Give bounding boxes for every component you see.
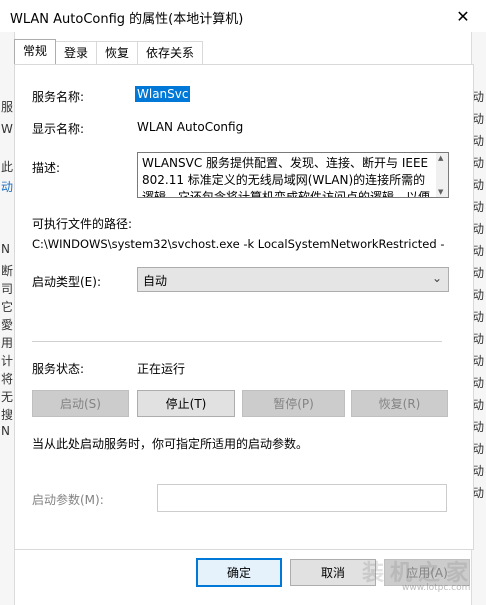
tab-logon[interactable]: 登录 xyxy=(55,41,98,64)
description-box[interactable]: WLANSVC 服务提供配置、发现、连接、断开与 IEEE 802.11 标准定… xyxy=(137,152,449,198)
startup-type-value: 自动 xyxy=(143,274,168,288)
general-tab-panel: 服务名称: WlanSvc 显示名称: WLAN AutoConfig 描述: … xyxy=(14,64,474,550)
close-icon: ✕ xyxy=(456,6,470,26)
bg-glyph: 服 xyxy=(1,100,14,114)
description-line: WLANSVC 服务提供配置、发现、连接、断开与 IEEE xyxy=(142,156,429,170)
bg-glyph: 将 xyxy=(1,372,14,386)
description-scrollbar[interactable]: ▲ ▼ xyxy=(436,153,448,197)
bg-glyph: N xyxy=(1,242,10,256)
bg-glyph: 用 xyxy=(1,336,14,350)
start-params-hint: 当从此处启动服务时，你可指定所适用的启动参数。 xyxy=(32,437,309,451)
separator xyxy=(32,341,442,342)
watermark-url: www.lotpc.com xyxy=(402,583,471,593)
exe-path-label: 可执行文件的路径: xyxy=(32,217,133,231)
service-name-label: 服务名称: xyxy=(32,90,85,104)
bg-glyph: 司 xyxy=(1,282,14,296)
tab-dependencies[interactable]: 依存关系 xyxy=(137,41,204,64)
bg-glyph: 搜 xyxy=(1,408,14,422)
tab-recovery[interactable]: 恢复 xyxy=(96,41,139,64)
bg-glyph: 愛 xyxy=(1,318,14,332)
start-button[interactable]: 启动(S) xyxy=(32,390,129,417)
resume-button[interactable]: 恢复(R) xyxy=(351,390,448,417)
description-line: 逻辑。它还包含将计算机变成软件访问点的逻辑，以便 xyxy=(142,190,431,198)
background-window-left: 服 W 此 动 N 断 司 它 愛 用 计 将 无 搜 N xyxy=(0,32,15,605)
ok-button[interactable]: 确定 xyxy=(196,558,282,587)
bg-glyph: W xyxy=(1,122,13,136)
start-params-label: 启动参数(M): xyxy=(32,493,104,507)
description-label: 描述: xyxy=(32,161,61,175)
pause-button[interactable]: 暂停(P) xyxy=(242,390,345,417)
startup-type-select[interactable]: 自动 ⌄ xyxy=(137,267,449,292)
bg-glyph: 计 xyxy=(1,354,14,368)
display-name-value[interactable]: WLAN AutoConfig xyxy=(137,120,243,134)
bg-glyph: N xyxy=(1,424,10,438)
title-bar[interactable]: WLAN AutoConfig 的属性(本地计算机) ✕ xyxy=(0,0,486,32)
description-line: 802.11 标准定义的无线局域网(WLAN)的连接所需的 xyxy=(142,173,426,187)
display-name-label: 显示名称: xyxy=(32,122,85,136)
bg-glyph: 此 xyxy=(1,160,14,174)
scroll-down-icon[interactable]: ▼ xyxy=(438,188,443,196)
tab-general[interactable]: 常规 xyxy=(14,39,57,64)
bg-glyph: 无 xyxy=(1,390,14,404)
exe-path-value[interactable]: C:\WINDOWS\system32\svchost.exe -k Local… xyxy=(32,237,445,251)
startup-type-label: 启动类型(E): xyxy=(32,275,101,289)
bg-glyph: 它 xyxy=(1,300,14,314)
window-title: WLAN AutoConfig 的属性(本地计算机) xyxy=(10,12,244,27)
scroll-up-icon[interactable]: ▲ xyxy=(438,154,443,162)
stop-button[interactable]: 停止(T) xyxy=(137,390,235,417)
description-text: WLANSVC 服务提供配置、发现、连接、断开与 IEEE 802.11 标准定… xyxy=(142,155,431,198)
bg-glyph: 动 xyxy=(1,180,14,194)
close-button[interactable]: ✕ xyxy=(440,0,486,32)
tab-strip: 常规 登录 恢复 依存关系 xyxy=(14,39,204,65)
service-status-value: 正在运行 xyxy=(137,362,186,376)
bg-glyph: 断 xyxy=(1,264,14,278)
service-name-value[interactable]: WlanSvc xyxy=(135,86,191,102)
service-status-label: 服务状态: xyxy=(32,362,85,376)
chevron-down-icon: ⌄ xyxy=(431,271,442,285)
start-params-input[interactable] xyxy=(157,484,447,512)
